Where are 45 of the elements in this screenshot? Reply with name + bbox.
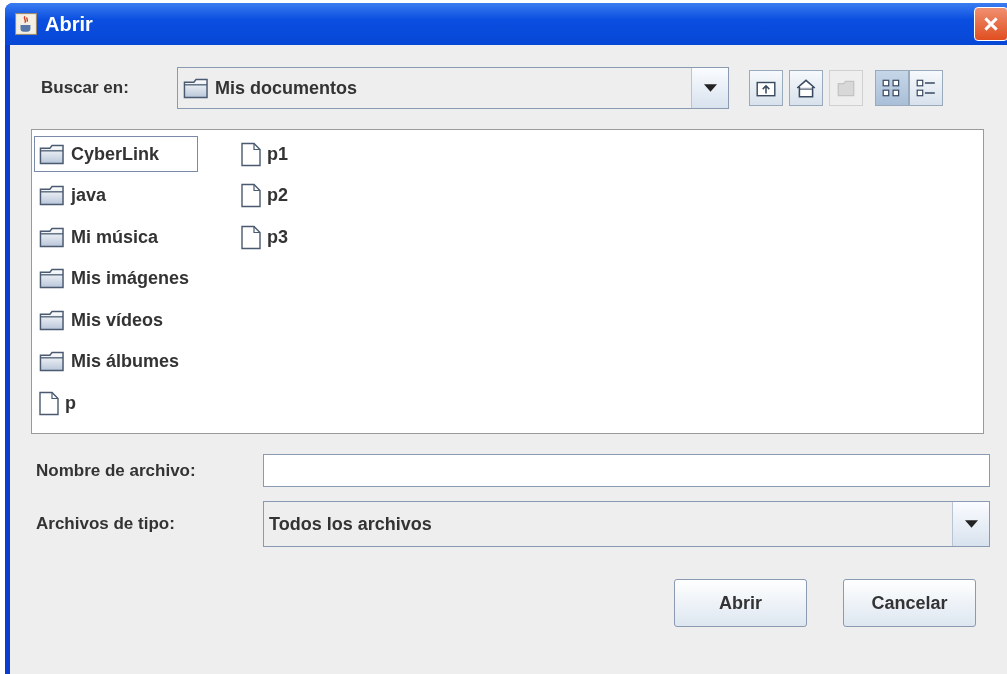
file-list-item[interactable]: Mis álbumes [34, 343, 199, 380]
dropdown-arrow-button[interactable] [691, 68, 728, 108]
window-title: Abrir [45, 12, 93, 36]
file-list-item[interactable]: CyberLink [34, 136, 199, 172]
file-list-item[interactable]: p2 [236, 177, 298, 214]
file-list-item[interactable]: p1 [236, 136, 298, 172]
file-list-item[interactable]: java [34, 177, 199, 214]
details-view-icon [915, 77, 937, 99]
folder-name: Mis documentos [215, 77, 357, 99]
folder-icon [39, 185, 65, 206]
caret-icon [964, 520, 978, 528]
document-icon [241, 224, 262, 250]
file-name-label: Nombre de archivo: [36, 460, 197, 481]
folder-icon [183, 77, 209, 99]
folder-icon [39, 309, 65, 331]
document-icon [241, 183, 262, 208]
caret-icon [703, 84, 717, 92]
coffee-cup-icon [15, 13, 37, 35]
dropdown-arrow-button[interactable] [952, 502, 989, 546]
file-list-item[interactable]: Mi música [34, 219, 199, 255]
file-name-field[interactable] [263, 454, 990, 487]
dialog-button[interactable]: Abrir [674, 579, 807, 627]
home-icon [795, 77, 817, 99]
close-icon [982, 15, 1000, 33]
toolbar-button[interactable] [789, 70, 823, 106]
file-type-label: Archivos de tipo: [36, 514, 176, 534]
close-button[interactable] [974, 7, 1007, 41]
file-type-dropdown[interactable]: Todos los archivos [263, 501, 990, 547]
folder-icon [39, 143, 65, 165]
file-list-item[interactable]: Mis imágenes [34, 260, 199, 297]
file-type-value: Todos los archivos [269, 513, 432, 535]
dialog-button[interactable]: Cancelar [843, 579, 976, 627]
look-in-dropdown[interactable]: Mis documentos [177, 67, 729, 109]
toolbar-button[interactable] [875, 70, 909, 106]
folder-icon [39, 268, 65, 289]
look-in-label: Buscar en: [41, 78, 130, 98]
file-list-item[interactable]: p [34, 385, 199, 421]
file-list-item[interactable]: Mis vídeos [34, 302, 199, 338]
toolbar-button[interactable] [909, 70, 943, 106]
folder-icon [39, 226, 65, 248]
file-list-item[interactable]: p3 [236, 219, 298, 255]
document-icon [241, 141, 262, 167]
folder-icon [39, 351, 65, 372]
document-icon [39, 390, 59, 416]
toolbar-button[interactable] [749, 70, 783, 106]
